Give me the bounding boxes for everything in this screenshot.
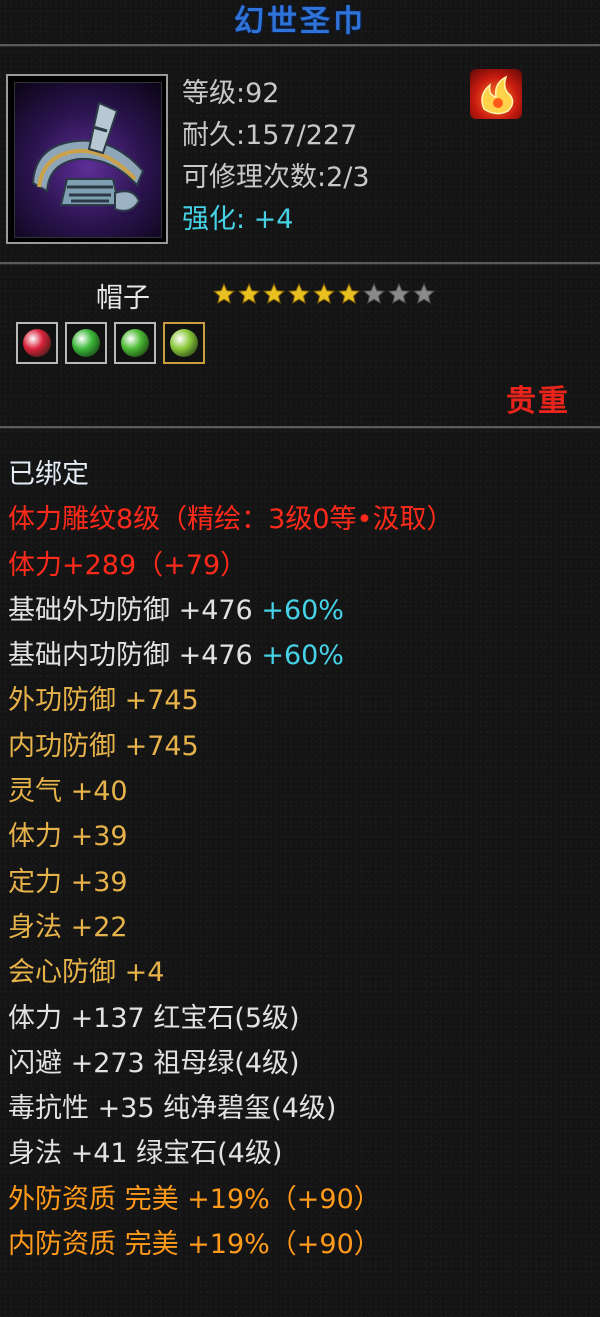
outer-quality-attr: 外防资质 完美 +19%（+90） <box>8 1183 381 1215</box>
gem-slot[interactable] <box>65 322 107 364</box>
divider-mid <box>0 262 600 265</box>
gem-slots <box>16 322 205 364</box>
outer-def-attr: 外功防御 +745 <box>8 685 199 717</box>
gem-slot[interactable] <box>16 322 58 364</box>
engrave-attr: 体力雕纹8级（精绘：3级0等•汲取） <box>8 504 454 536</box>
inner-def-attr: 内功防御 +745 <box>8 730 199 762</box>
divider-bottom <box>0 426 600 429</box>
item-icon-frame[interactable] <box>6 74 168 244</box>
item-level: 等级:92 <box>182 78 280 109</box>
item-enhance-level: 强化: +4 <box>182 204 294 235</box>
gem-slot[interactable] <box>163 322 205 364</box>
green-gem-icon <box>170 329 198 357</box>
red-gem-icon <box>23 329 51 357</box>
green-gem-icon <box>121 329 149 357</box>
item-name-title: 幻世圣巾 <box>234 4 366 39</box>
base-outer-def-value: 基础外功防御 +476 <box>8 594 253 626</box>
headband-icon <box>14 82 162 238</box>
star-filled-icon <box>337 282 361 305</box>
base-inner-def-attr: 基础内功防御 +476 +60% <box>8 633 598 678</box>
item-durability: 耐久:157/227 <box>182 120 358 151</box>
divider-top <box>0 44 600 47</box>
base-outer-def-pct: +60% <box>252 594 344 626</box>
star-filled-icon <box>262 282 286 305</box>
fire-element-icon[interactable] <box>470 69 522 119</box>
attribute-list: 已绑定 体力雕纹8级（精绘：3级0等•汲取） 体力+289（+79） 基础外功防… <box>8 452 598 1267</box>
green-gem-icon <box>72 329 100 357</box>
base-inner-def-value: 基础内功防御 +476 <box>8 640 253 672</box>
stamina-main-attr: 体力+289（+79） <box>8 549 248 581</box>
star-empty-icon <box>362 282 386 305</box>
gem-agility-attr: 身法 +41 绿宝石(4级) <box>8 1138 283 1170</box>
base-inner-def-pct: +60% <box>252 640 344 672</box>
rarity-label: 贵重 <box>506 384 570 419</box>
gem-stamina-attr: 体力 +137 红宝石(5级) <box>8 1002 300 1034</box>
base-outer-def-attr: 基础外功防御 +476 +60% <box>8 588 598 633</box>
agility-attr: 身法 +22 <box>8 911 128 943</box>
star-filled-icon <box>312 282 336 305</box>
star-filled-icon <box>287 282 311 305</box>
gem-poison-attr: 毒抗性 +35 纯净碧玺(4级) <box>8 1093 337 1125</box>
star-filled-icon <box>237 282 261 305</box>
spirit-attr: 灵气 +40 <box>8 776 128 808</box>
bound-status: 已绑定 <box>8 459 89 490</box>
star-empty-icon <box>387 282 411 305</box>
gem-slot[interactable] <box>114 322 156 364</box>
inner-quality-attr: 内防资质 完美 +19%（+90） <box>8 1229 381 1261</box>
crit-def-attr: 会心防御 +4 <box>8 957 165 989</box>
star-rating <box>212 280 437 308</box>
star-empty-icon <box>412 282 436 305</box>
star-filled-icon <box>212 282 236 305</box>
gem-dodge-attr: 闪避 +273 祖母绿(4级) <box>8 1047 300 1079</box>
item-repair-count: 可修理次数:2/3 <box>182 162 370 193</box>
stamina-attr: 体力 +39 <box>8 821 128 853</box>
focus-attr: 定力 +39 <box>8 866 128 898</box>
item-type: 帽子 <box>96 283 150 314</box>
